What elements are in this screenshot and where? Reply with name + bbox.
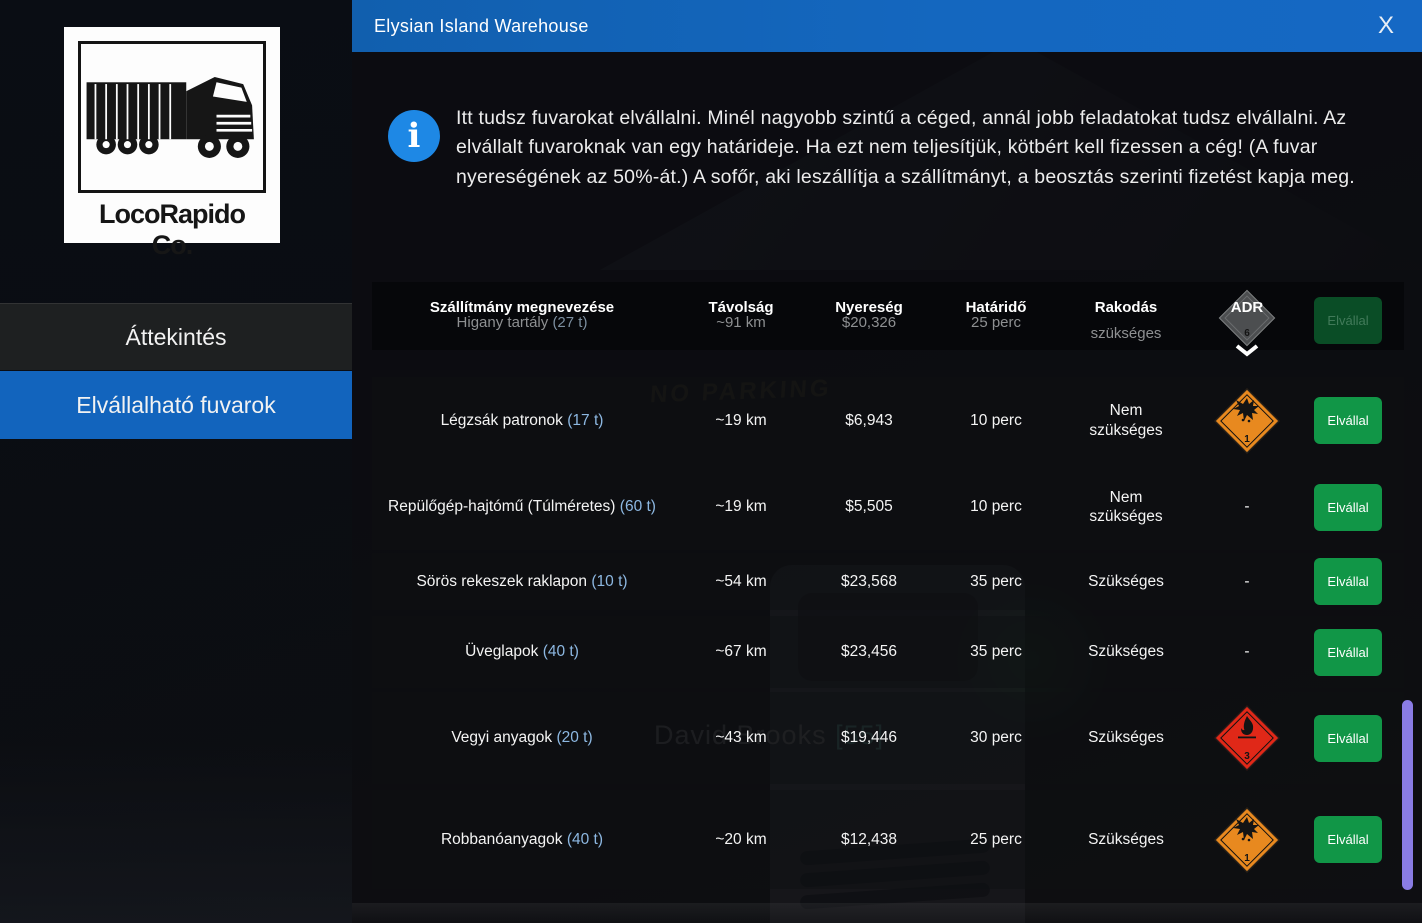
job-board-window: NO PARKING David Brooks [55] bbox=[0, 0, 1422, 923]
accept-button[interactable]: Elvállal bbox=[1314, 715, 1382, 762]
table-row: Üveglapok (40 t) ~67 km $23,456 35 perc … bbox=[372, 616, 1404, 688]
accept-button[interactable]: Elvállal bbox=[1314, 816, 1382, 863]
scrollbar-thumb[interactable] bbox=[1402, 700, 1413, 890]
info-icon: i bbox=[388, 110, 440, 162]
accept-button[interactable]: Elvállal bbox=[1314, 558, 1382, 605]
adr-placard-class-1: 1 bbox=[1214, 388, 1280, 454]
floor-strip bbox=[352, 903, 1422, 923]
accept-button[interactable]: Elvállal bbox=[1314, 484, 1382, 531]
adr-placard-class-1: 1 bbox=[1214, 807, 1280, 873]
info-text: Itt tudsz fuvarokat elvállalni. Minél na… bbox=[456, 104, 1396, 192]
scroll-down-indicator bbox=[1234, 344, 1260, 363]
table-row-dimmed-profit: $20,326 bbox=[842, 314, 896, 331]
sidebar-item-overview[interactable]: Áttekintés bbox=[0, 303, 352, 370]
info-banner: i Itt tudsz fuvarokat elvállalni. Minél … bbox=[388, 104, 1398, 192]
table-row-dimmed-distance: ~91 km bbox=[716, 314, 766, 331]
sidebar-item-available-jobs[interactable]: Elvállalható fuvarok bbox=[0, 371, 352, 439]
adr-placard-class-6-dimmed: 6 bbox=[1217, 288, 1277, 348]
table-row: Sörös rekeszek raklapon (10 t) ~54 km $2… bbox=[372, 553, 1404, 610]
accept-button[interactable]: Elvállal bbox=[1314, 629, 1382, 676]
table-row-dimmed-deadline: 25 perc bbox=[971, 314, 1021, 331]
accept-button-dimmed[interactable]: Elvállal bbox=[1314, 297, 1382, 344]
page-title: Elysian Island Warehouse bbox=[374, 16, 589, 37]
titlebar: Elysian Island Warehouse X bbox=[352, 0, 1422, 52]
sidebar: LocoRapido Co. Áttekintés Elvállalható f… bbox=[0, 0, 352, 923]
company-logo: LocoRapido Co. bbox=[64, 27, 280, 243]
adr-placard-class-3: 3 bbox=[1214, 705, 1280, 771]
adr-none: - bbox=[1244, 643, 1249, 661]
close-button[interactable]: X bbox=[1368, 8, 1404, 44]
table-row: Robbanóanyagok (40 t) ~20 km $12,438 25 … bbox=[372, 790, 1404, 889]
table-row-dimmed-loading: szükséges bbox=[1091, 325, 1162, 342]
table-row: Légzsák patronok (17 t) ~19 km $6,943 10… bbox=[372, 377, 1404, 464]
adr-none: - bbox=[1244, 498, 1249, 516]
accept-button[interactable]: Elvállal bbox=[1314, 397, 1382, 444]
company-name: LocoRapido Co. bbox=[78, 199, 266, 261]
column-header-loading: Rakodás bbox=[1095, 299, 1158, 316]
table-row: Vegyi anyagok (20 t) ~43 km $19,446 30 p… bbox=[372, 692, 1404, 784]
truck-logo-icon bbox=[78, 41, 266, 193]
main-panel: Elysian Island Warehouse X i Itt tudsz f… bbox=[352, 0, 1422, 923]
adr-none: - bbox=[1244, 573, 1249, 591]
table-row-dimmed-name: Higany tartály (27 t) bbox=[457, 314, 588, 331]
table-header: Szállítmány megnevezése Távolság Nyeresé… bbox=[372, 282, 1404, 350]
table-row: Repülőgép-hajtómű (Túlméretes) (60 t) ~1… bbox=[372, 464, 1404, 550]
column-header-adr: ADR bbox=[1231, 299, 1264, 316]
